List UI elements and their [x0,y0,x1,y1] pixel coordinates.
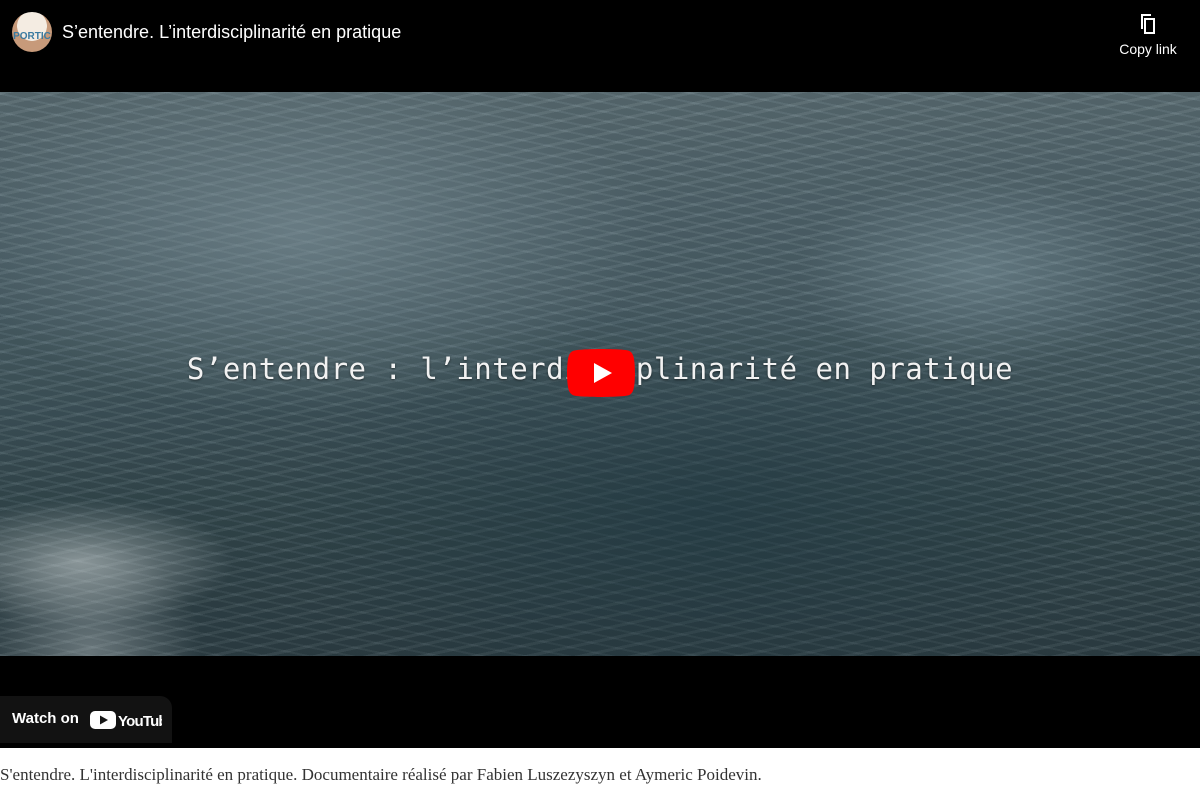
channel-logo-text: PORTIC [13,31,51,42]
youtube-logo-icon: YouTube [90,711,162,730]
video-title[interactable]: S’entendre. L’interdisciplinarité en pra… [62,22,401,43]
watch-on-youtube-button[interactable]: Watch on YouTube [0,696,172,743]
copy-icon [1141,14,1155,34]
video-caption: S'entendre. L'interdisciplinarité en pra… [0,765,762,784]
play-button[interactable] [567,349,635,397]
copy-link-label: Copy link [1119,41,1177,57]
copy-link-button[interactable]: Copy link [1118,12,1178,57]
channel-avatar[interactable]: PORTIC [12,12,52,52]
watch-on-label: Watch on [12,710,79,727]
youtube-wordmark: YouTube [118,713,162,730]
video-player[interactable]: S’entendre : l’interdisciplinarité en pr… [0,0,1200,748]
player-top-bar: PORTIC S’entendre. L’interdisciplinarité… [0,0,1200,70]
